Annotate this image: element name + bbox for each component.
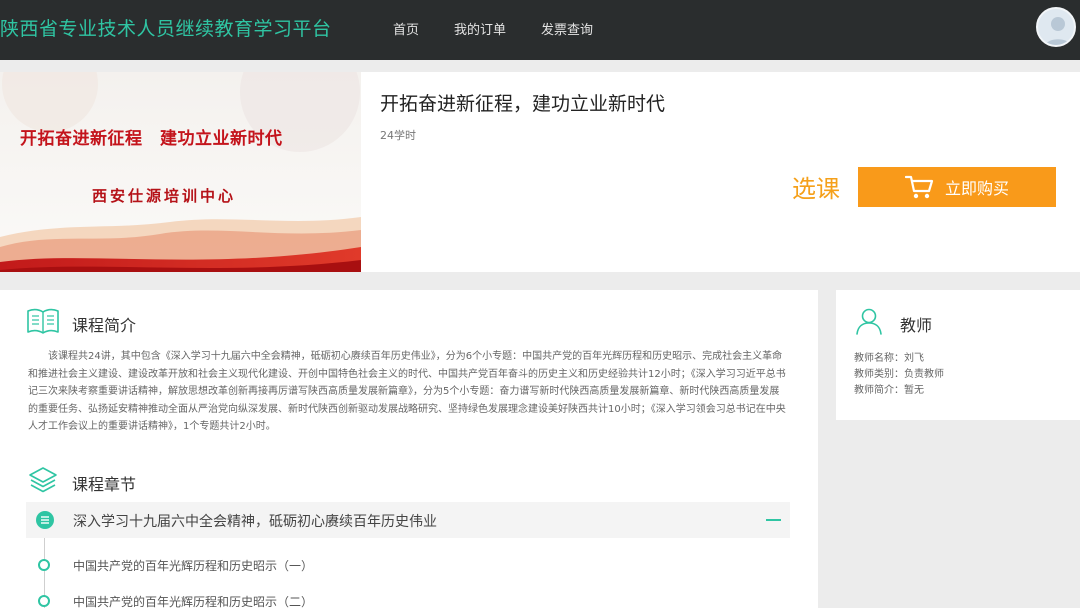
avatar[interactable] — [1036, 7, 1076, 47]
lesson-dot-icon — [38, 559, 50, 571]
buy-now-label: 立即购买 — [944, 179, 1009, 198]
teacher-name: 教师名称：刘飞 — [854, 353, 924, 364]
site-title[interactable]: 陕西省专业技术人员继续教育学习平台 — [0, 14, 332, 41]
chapter-title: 深入学习十九届六中全会精神，砥砺初心赓续百年历史伟业 — [73, 514, 437, 530]
buy-now-button[interactable]: 立即购买 — [858, 167, 1056, 207]
avatar-icon — [1044, 17, 1072, 45]
course-hero: 开拓奋进新征程 建功立业新时代 西安仕源培训中心 开拓奋进新征程，建功立业新时代… — [0, 72, 1080, 272]
list-icon — [36, 511, 54, 529]
banner-headline: 开拓奋进新征程 建功立业新时代 — [20, 129, 283, 149]
lesson-item[interactable]: 中国共产党的百年光辉历程和历史昭示（二） — [73, 593, 313, 608]
lesson-dot-icon — [38, 595, 50, 607]
nav-my-orders[interactable]: 我的订单 — [454, 19, 506, 38]
layers-icon — [29, 467, 57, 493]
teacher-type: 教师类别：负责教师 — [854, 369, 944, 380]
select-course-label: 选课 — [792, 175, 840, 203]
book-icon — [27, 308, 59, 334]
teacher-bio: 教师简介：暂无 — [854, 385, 924, 396]
nav-invoice-query[interactable]: 发票查询 — [541, 19, 593, 38]
lesson-item[interactable]: 中国共产党的百年光辉历程和历史昭示（一） — [73, 557, 313, 574]
course-hours: 24学时 — [380, 129, 416, 142]
top-nav-bar: 陕西省专业技术人员继续教育学习平台 首页 我的订单 发票查询 — [0, 0, 1080, 60]
nav-home[interactable]: 首页 — [393, 19, 419, 38]
course-detail-card: 课程简介 该课程共24讲，其中包含《深入学习十九届六中全会精神，砥砺初心赓续百年… — [0, 290, 818, 608]
teacher-heading: 教师 — [900, 316, 933, 335]
intro-text: 该课程共24讲，其中包含《深入学习十九届六中全会精神，砥砺初心赓续百年历史伟业》… — [28, 351, 786, 432]
chapters-heading: 课程章节 — [72, 475, 137, 494]
course-banner-image: 开拓奋进新征程 建功立业新时代 西安仕源培训中心 — [0, 72, 361, 272]
chapter-header[interactable]: 深入学习十九届六中全会精神，砥砺初心赓续百年历史伟业 — [26, 502, 790, 538]
collapse-icon[interactable] — [766, 519, 781, 521]
course-title: 开拓奋进新征程，建功立业新时代 — [380, 93, 666, 115]
intro-heading: 课程简介 — [72, 316, 137, 335]
user-outline-icon — [856, 308, 882, 335]
cart-icon — [904, 175, 934, 199]
teacher-card: 教师 教师名称：刘飞 教师类别：负责教师 教师简介：暂无 — [836, 290, 1080, 420]
banner-org: 西安仕源培训中心 — [92, 187, 237, 205]
